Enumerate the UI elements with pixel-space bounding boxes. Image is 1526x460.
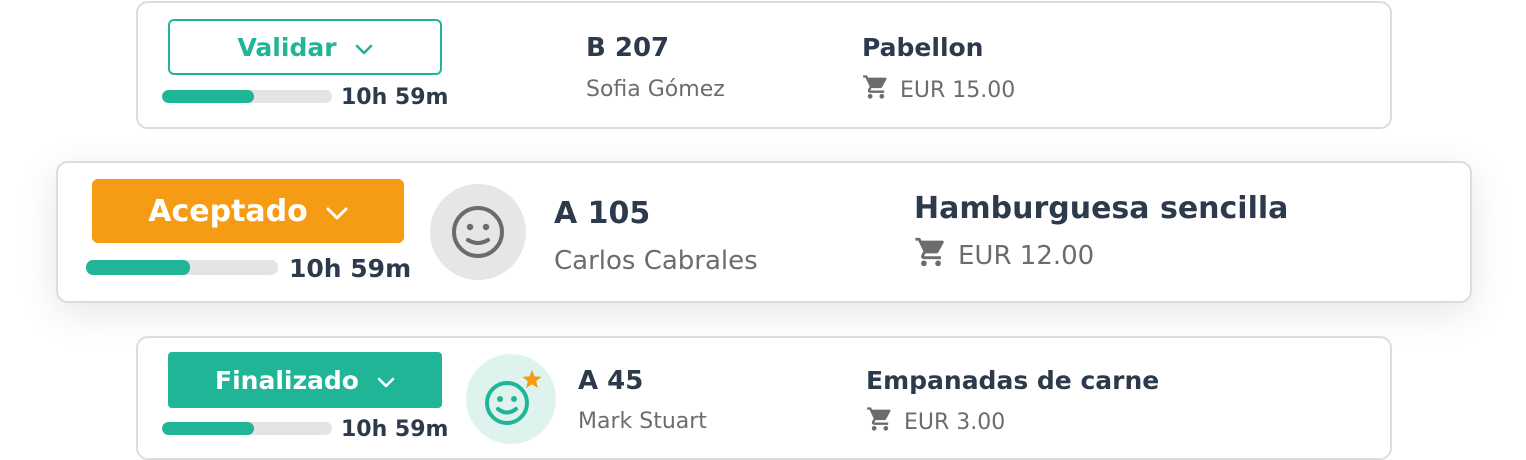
cart-icon bbox=[914, 235, 958, 276]
order-card[interactable]: Finalizado 10h 59m A 45 Mark Stuart Empa… bbox=[136, 336, 1392, 460]
cart-icon bbox=[866, 405, 904, 439]
price-value: EUR 3.00 bbox=[904, 409, 1006, 435]
cart-icon bbox=[862, 73, 900, 107]
progress-fill bbox=[86, 260, 190, 275]
finalizado-status-button[interactable]: Finalizado bbox=[168, 352, 442, 408]
smiley-star-icon bbox=[466, 354, 556, 444]
customer-name: Sofia Gómez bbox=[586, 77, 725, 102]
elapsed-time: 10h 59m bbox=[341, 85, 449, 110]
time-progress-bar bbox=[162, 90, 332, 103]
chevron-down-icon bbox=[377, 366, 395, 395]
progress-fill bbox=[162, 422, 254, 435]
time-progress-bar bbox=[162, 422, 332, 435]
price-value: EUR 12.00 bbox=[958, 240, 1095, 271]
time-progress-bar bbox=[86, 260, 278, 275]
status-label: Validar bbox=[237, 32, 337, 62]
product-name: Pabellon bbox=[862, 33, 984, 62]
chevron-down-icon bbox=[355, 33, 373, 62]
price-row: EUR 12.00 bbox=[914, 235, 1094, 276]
customer-name: Carlos Cabrales bbox=[554, 246, 758, 276]
validar-status-button[interactable]: Validar bbox=[168, 19, 442, 75]
order-ref: B 207 bbox=[586, 33, 670, 63]
neutral-face-icon bbox=[430, 184, 526, 280]
elapsed-time: 10h 59m bbox=[341, 417, 449, 442]
product-name: Empanadas de carne bbox=[866, 366, 1160, 395]
order-card[interactable]: Validar 10h 59m B 207 Sofia Gómez Pabell… bbox=[136, 1, 1392, 129]
product-name: Hamburguesa sencilla bbox=[914, 191, 1289, 226]
order-ref: A 105 bbox=[554, 196, 651, 231]
price-value: EUR 15.00 bbox=[900, 77, 1016, 103]
progress-fill bbox=[162, 90, 254, 103]
price-row: EUR 3.00 bbox=[866, 405, 1005, 439]
aceptado-status-button[interactable]: Aceptado bbox=[92, 179, 404, 243]
price-row: EUR 15.00 bbox=[862, 73, 1015, 107]
status-label: Aceptado bbox=[148, 193, 308, 229]
chevron-down-icon bbox=[326, 194, 348, 229]
status-label: Finalizado bbox=[215, 365, 359, 395]
customer-name: Mark Stuart bbox=[578, 409, 707, 434]
order-card[interactable]: Aceptado 10h 59m A 105 Carlos Cabrales H… bbox=[56, 161, 1472, 303]
order-ref: A 45 bbox=[578, 366, 644, 396]
elapsed-time: 10h 59m bbox=[289, 254, 412, 283]
